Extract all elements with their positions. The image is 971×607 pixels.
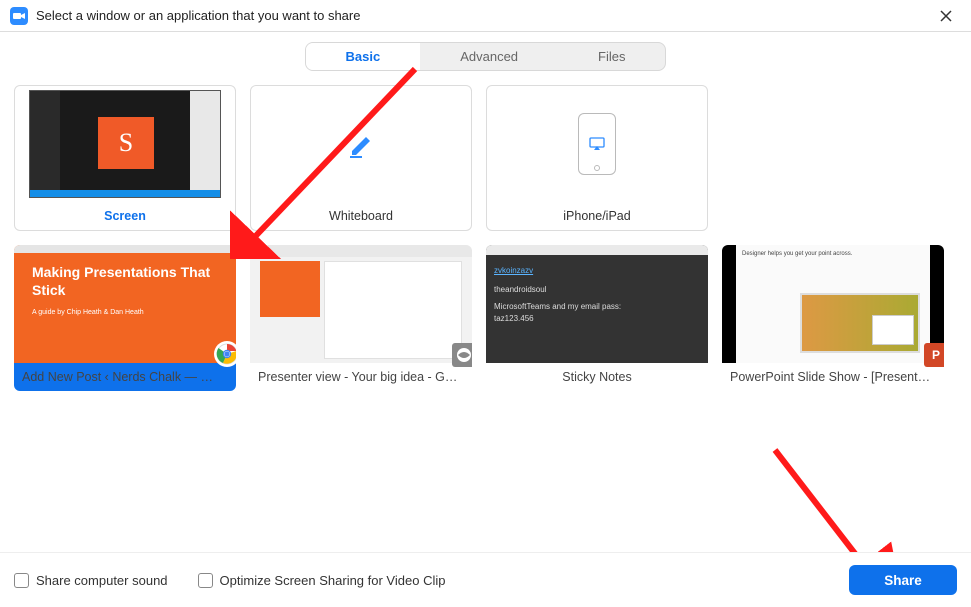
tile-whiteboard[interactable]: Whiteboard — [250, 85, 472, 231]
tab-basic[interactable]: Basic — [306, 43, 421, 70]
iphone-label: iPhone/iPad — [563, 209, 630, 223]
pencil-icon — [346, 129, 376, 159]
close-icon — [940, 10, 952, 22]
source-chrome-nerdschalk[interactable]: Making Presentations That Stick A guide … — [14, 245, 236, 391]
tile-iphone-ipad[interactable]: iPhone/iPad — [486, 85, 708, 231]
share-grid: S Screen Whiteboard iPhone/iPad Makin — [0, 85, 971, 391]
footer: Share computer sound Optimize Screen Sha… — [0, 552, 971, 607]
whiteboard-preview — [251, 86, 471, 202]
source-label: Add New Post ‹ Nerds Chalk — … — [22, 370, 213, 384]
tab-advanced[interactable]: Advanced — [420, 43, 558, 70]
share-sound-label: Share computer sound — [36, 573, 168, 588]
app-icon — [452, 343, 472, 367]
tabs: Basic Advanced Files — [0, 42, 971, 71]
sticky-preview: zvkoinzazv theandroidsoul MicrosoftTeams… — [486, 245, 708, 363]
checkbox-icon — [14, 573, 29, 588]
chrome-preview: Making Presentations That Stick A guide … — [14, 245, 236, 363]
zoom-logo-icon — [10, 7, 28, 25]
share-button[interactable]: Share — [849, 565, 957, 595]
source-presenter-view[interactable]: Presenter view - Your big idea - G… — [250, 245, 472, 391]
screen-label: Screen — [104, 209, 146, 223]
tile-screen[interactable]: S Screen — [14, 85, 236, 231]
powerpoint-icon: P — [924, 343, 944, 367]
optimize-label: Optimize Screen Sharing for Video Clip — [220, 573, 446, 588]
checkbox-share-sound[interactable]: Share computer sound — [14, 573, 168, 588]
source-label: Sticky Notes — [562, 370, 631, 384]
presenter-preview — [250, 245, 472, 363]
airplay-icon — [589, 137, 605, 151]
source-label: PowerPoint Slide Show - [Present… — [730, 370, 930, 384]
source-powerpoint[interactable]: Designer helps you get your point across… — [722, 245, 944, 391]
tab-files[interactable]: Files — [558, 43, 665, 70]
screen-preview: S — [15, 86, 235, 202]
whiteboard-label: Whiteboard — [329, 209, 393, 223]
window-title: Select a window or an application that y… — [36, 8, 931, 23]
checkbox-optimize-video[interactable]: Optimize Screen Sharing for Video Clip — [198, 573, 446, 588]
source-sticky-notes[interactable]: zvkoinzazv theandroidsoul MicrosoftTeams… — [486, 245, 708, 391]
source-label: Presenter view - Your big idea - G… — [258, 370, 457, 384]
close-button[interactable] — [931, 4, 961, 28]
iphone-preview — [487, 86, 707, 202]
titlebar: Select a window or an application that y… — [0, 0, 971, 32]
chrome-icon — [214, 341, 236, 367]
checkbox-icon — [198, 573, 213, 588]
ppt-preview: Designer helps you get your point across… — [722, 245, 944, 363]
